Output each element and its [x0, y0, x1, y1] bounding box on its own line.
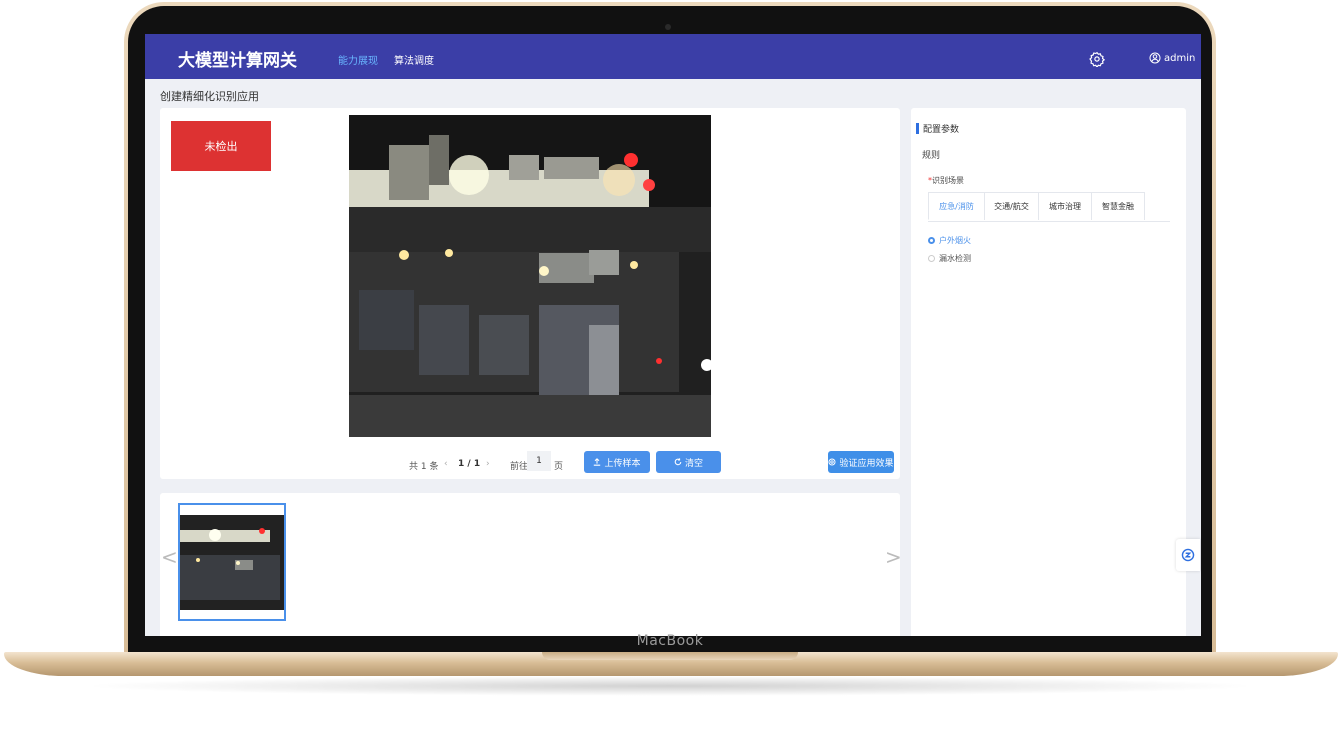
upload-label: 上传样本	[604, 458, 641, 469]
page-title: 创建精细化识别应用	[160, 90, 259, 103]
user-icon	[1149, 52, 1161, 64]
thumbnail-item[interactable]	[178, 503, 286, 621]
thumb-next-arrow[interactable]: >	[885, 545, 902, 569]
nav-capability[interactable]: 能力展现	[338, 52, 378, 67]
tab-city[interactable]: 城市治理	[1038, 192, 1092, 220]
pager-prev[interactable]: ‹	[444, 459, 448, 469]
verify-button[interactable]: 验证应用效果	[828, 451, 894, 473]
pager-goto-label: 前往	[510, 462, 529, 472]
surveillance-image	[349, 115, 711, 437]
radio-outdoor-fire[interactable]: 户外烟火	[928, 235, 971, 246]
tab-emergency[interactable]: 应急/消防	[928, 192, 985, 220]
verify-label: 验证应用效果	[839, 458, 894, 469]
brand-label: MacBook	[636, 633, 704, 649]
config-title: 配置参数	[916, 122, 959, 135]
pager-total: 共 1 条	[409, 462, 439, 472]
tab-traffic[interactable]: 交通/航交	[984, 192, 1039, 220]
status-badge: 未检出	[171, 121, 271, 171]
user-menu[interactable]: admin	[1149, 52, 1195, 64]
radio-label: 户外烟火	[939, 236, 971, 245]
refresh-icon	[674, 458, 682, 466]
config-panel: 配置参数 规则 *识别场景 应急/消防 交通/航交 城市治理 智慧金融 户外烟火…	[911, 108, 1186, 636]
thumbnail-strip: < >	[160, 493, 902, 636]
camera-dot	[665, 24, 671, 30]
radio-unchecked-icon	[928, 255, 935, 262]
thumbnail-image	[180, 515, 284, 610]
screen: 大模型计算网关 能力展现 算法调度 admin 创建精细化识别应用 未检出 共 …	[145, 34, 1201, 636]
top-navbar: 大模型计算网关 能力展现 算法调度 admin	[145, 34, 1201, 79]
tab-finance[interactable]: 智慧金融	[1091, 192, 1145, 220]
scene-label: *识别场景	[928, 175, 964, 186]
app-title: 大模型计算网关	[178, 51, 297, 71]
assistant-icon	[1181, 548, 1195, 562]
pager-current: 1 / 1	[458, 459, 481, 469]
thumb-prev-arrow[interactable]: <	[161, 545, 178, 569]
username: admin	[1164, 52, 1196, 64]
gear-small-icon	[828, 458, 837, 466]
image-panel: 未检出 共 1 条 ‹ 1 / 1 › 前往 1 页 上传样本 清空 验证应用效…	[160, 108, 900, 479]
radio-water-leak[interactable]: 漏水检测	[928, 253, 971, 264]
scene-label-text: 识别场景	[932, 176, 964, 185]
pager-page-suffix: 页	[554, 462, 564, 472]
upload-button[interactable]: 上传样本	[584, 451, 650, 473]
pager-input[interactable]	[527, 451, 551, 471]
config-title-text: 配置参数	[923, 125, 960, 135]
rule-label: 规则	[922, 151, 941, 161]
laptop-notch	[542, 652, 798, 660]
upload-icon	[594, 458, 601, 466]
clear-label: 清空	[684, 458, 703, 469]
gear-icon[interactable]	[1089, 51, 1105, 67]
floating-assistant-button[interactable]	[1176, 539, 1200, 571]
laptop-shadow	[80, 676, 1260, 696]
pager-next[interactable]: ›	[486, 459, 490, 469]
radio-label: 漏水检测	[939, 254, 971, 263]
title-accent-bar	[916, 123, 919, 134]
nav-algorithm[interactable]: 算法调度	[394, 52, 434, 67]
scene-tabs: 应急/消防 交通/航交 城市治理 智慧金融	[928, 192, 1170, 222]
radio-checked-icon	[928, 237, 935, 244]
clear-button[interactable]: 清空	[656, 451, 721, 473]
